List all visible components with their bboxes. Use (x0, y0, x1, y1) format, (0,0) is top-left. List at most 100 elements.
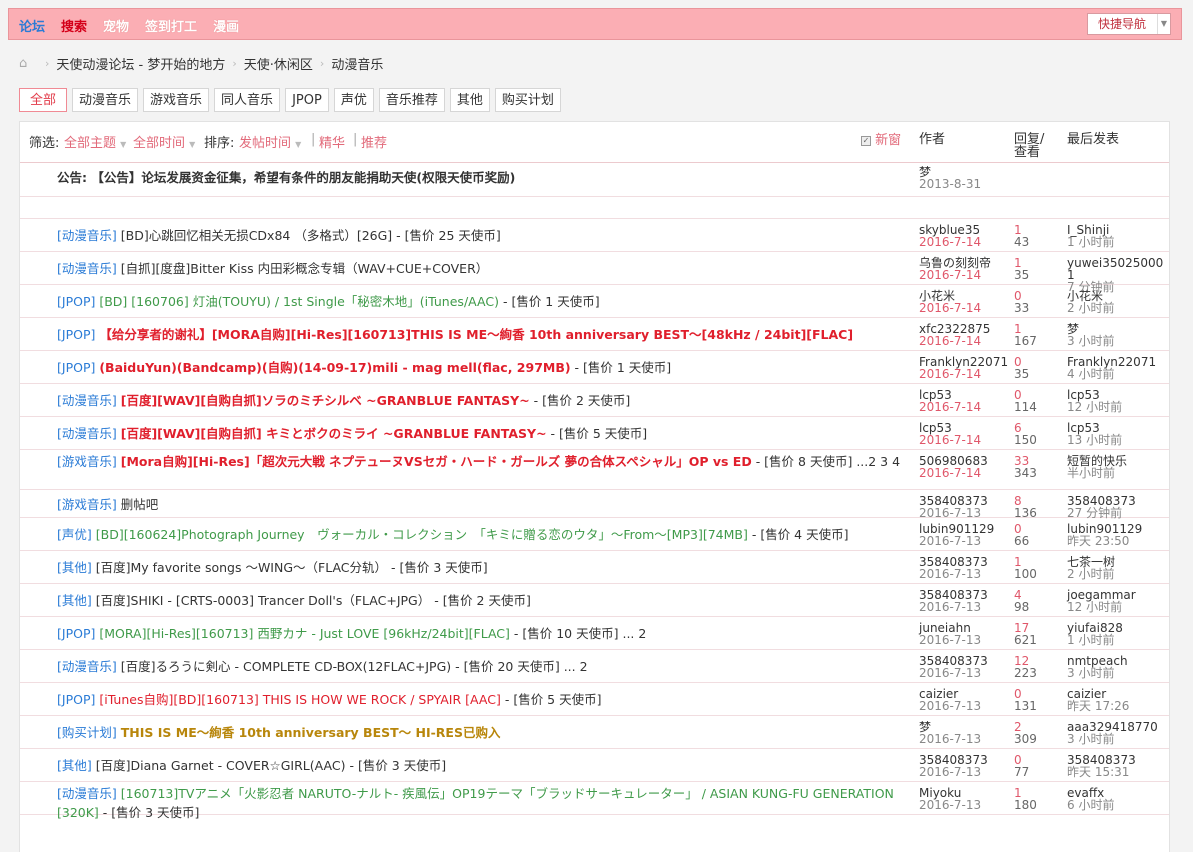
tab-jpop[interactable]: JPOP (285, 88, 329, 112)
tab-purchase-plan[interactable]: 购买计划 (494, 88, 561, 112)
thread-title[interactable]: [BD] [160706] 灯油(TOUYU) / 1st Single「秘密木… (99, 294, 499, 309)
thread-title[interactable]: [MORA][Hi-Res][160713] 西野カナ - Just LOVE … (99, 626, 510, 641)
thread-category[interactable]: [其他] (57, 593, 92, 608)
thread-category[interactable]: [其他] (57, 560, 92, 575)
thread-category[interactable]: [JPOP] (57, 692, 95, 707)
thread-title[interactable]: [百度][WAV][自购自抓]ソラのミチシルベ ~GRANBLUE FANTAS… (121, 393, 530, 408)
thread-title[interactable]: [百度]SHIKI - [CRTS-0003] Trancer Doll's（F… (96, 593, 431, 608)
thread-row[interactable]: [游戏音乐] 删帖吧 358408373 2016-7-13 8 136 35840837… (20, 490, 1169, 519)
last-post-time[interactable]: 12 小时前 (1067, 401, 1167, 413)
thread-row[interactable]: [JPOP] [MORA][Hi-Res][160713] 西野カナ - Jus… (20, 617, 1169, 650)
announcement-row[interactable]: 公告: 【公告】论坛发展资金征集，希望有条件的朋友能捐助天使(权限天使币奖励) … (20, 162, 1169, 197)
thread-title[interactable]: [百度]るろうに剣心 - COMPLETE CD-BOX(12FLAC+JPG) (121, 659, 451, 674)
thread-row[interactable]: [其他] [百度]My favorite songs ～WING～（FLAC分轨… (20, 551, 1169, 584)
breadcrumb-section[interactable]: 天使·休闲区 (244, 54, 313, 73)
thread-row[interactable]: [购买计划] THIS IS ME～絢香 10th anniversary BE… (20, 716, 1169, 749)
thread-title[interactable]: [BD][160624]Photograph Journey ヴォーカル・コレク… (96, 527, 748, 542)
breadcrumb-board[interactable]: 动漫音乐 (331, 54, 383, 73)
thread-row[interactable]: [动漫音乐] [百度][WAV][自购自抓] キミとボクのミライ ~GRANBL… (20, 417, 1169, 450)
last-post-time[interactable]: 6 小时前 (1067, 799, 1167, 811)
thread-title[interactable]: (BaiduYun)(Bandcamp)(自购)(14-09-17)mili -… (99, 360, 570, 375)
thread-category[interactable]: [游戏音乐] (57, 454, 117, 469)
thread-title[interactable]: 删帖吧 (121, 497, 159, 512)
thread-pages[interactable]: ... 2 (564, 659, 588, 674)
thread-pages[interactable]: ... 2 (622, 626, 646, 641)
filter-recommend-link[interactable]: 推荐 (361, 132, 387, 151)
thread-category[interactable]: [JPOP] (57, 626, 95, 641)
thread-title[interactable]: [百度]Diana Garnet - COVER☆GIRL(AAC) (96, 758, 346, 773)
thread-category[interactable]: [JPOP] (57, 360, 95, 375)
thread-pages[interactable]: ...2 3 4 (856, 454, 900, 469)
thread-row[interactable]: [游戏音乐] [Mora自购][Hi-Res]「超次元大戦 ネプテューヌVSセガ… (20, 450, 1169, 490)
filter-digest-link[interactable]: 精华 (319, 132, 345, 151)
last-post-time[interactable]: 3 小时前 (1067, 667, 1167, 679)
last-post-time[interactable]: 12 小时前 (1067, 601, 1167, 613)
thread-category[interactable]: [动漫音乐] (57, 228, 117, 243)
thread-row[interactable]: [JPOP] 【给分享者的谢礼】[MORA自购][Hi-Res][160713]… (20, 318, 1169, 351)
thread-row[interactable]: [动漫音乐] [BD]心跳回忆相关无损CDx84 （多格式）[26G] - [售… (20, 219, 1169, 252)
tab-other[interactable]: 其他 (449, 88, 490, 112)
thread-category[interactable]: [动漫音乐] (57, 786, 117, 801)
thread-row[interactable]: [动漫音乐] [160713]TVアニメ「火影忍者 NARUTO-ナルト- 疾風… (20, 782, 1169, 820)
thread-title[interactable]: [百度]My favorite songs ～WING～（FLAC分轨） (96, 560, 387, 575)
new-window-toggle[interactable]: ✓ 新窗 (861, 129, 901, 148)
thread-title[interactable]: 【给分享者的谢礼】[MORA自购][Hi-Res][160713]THIS IS… (99, 327, 853, 342)
thread-category[interactable]: [JPOP] (57, 294, 95, 309)
thread-row[interactable]: [其他] [百度]Diana Garnet - COVER☆GIRL(AAC) … (20, 749, 1169, 782)
tab-recommend[interactable]: 音乐推荐 (378, 88, 445, 112)
thread-title[interactable]: [iTunes自购][BD][160713] THIS IS HOW WE RO… (99, 692, 501, 707)
thread-title[interactable]: [Mora自购][Hi-Res]「超次元大戦 ネプテューヌVSセガ・ハード・ガー… (121, 454, 752, 469)
thread-row[interactable]: [JPOP] (BaiduYun)(Bandcamp)(自购)(14-09-17… (20, 351, 1169, 384)
thread-row[interactable]: [动漫音乐] [自抓][度盘]Bitter Kiss 内田彩概念专辑（WAV+C… (20, 252, 1169, 293)
nav-checkin[interactable]: 签到打工 (145, 16, 197, 35)
thread-title[interactable]: [百度][WAV][自购自抓] キミとボクのミライ ~GRANBLUE FANT… (121, 426, 547, 441)
last-post-time[interactable]: 1 小时前 (1067, 236, 1167, 248)
thread-category[interactable]: [动漫音乐] (57, 659, 117, 674)
last-post-time[interactable]: 3 小时前 (1067, 733, 1167, 745)
last-post-time[interactable]: 昨天 15:31 (1067, 766, 1167, 778)
thread-category[interactable]: [动漫音乐] (57, 426, 117, 441)
last-post-time[interactable]: 半小时前 (1067, 467, 1167, 479)
last-post-user[interactable]: yuwei350250001 (1067, 257, 1167, 281)
thread-row[interactable]: [其他] [百度]SHIKI - [CRTS-0003] Trancer Dol… (20, 584, 1169, 617)
tab-anime-music[interactable]: 动漫音乐 (72, 88, 139, 112)
last-post-time[interactable]: 13 小时前 (1067, 434, 1167, 446)
thread-title[interactable]: THIS IS ME～絢香 10th anniversary BEST～ HI-… (121, 725, 501, 740)
filter-time-dropdown[interactable]: 全部时间 ▼ (133, 132, 195, 151)
breadcrumb-forum[interactable]: 天使动漫论坛 - 梦开始的地方 (56, 54, 225, 73)
thread-row[interactable]: [JPOP] [BD] [160706] 灯油(TOUYU) / 1st Sin… (20, 285, 1169, 318)
last-post-time[interactable]: 2 小时前 (1067, 568, 1167, 580)
thread-row[interactable]: [动漫音乐] [百度]るろうに剣心 - COMPLETE CD-BOX(12FL… (20, 650, 1169, 683)
announcement-title[interactable]: 公告: 【公告】论坛发展资金征集，希望有条件的朋友能捐助天使(权限天使币奖励) (57, 168, 907, 187)
thread-row[interactable]: [动漫音乐] [百度][WAV][自购自抓]ソラのミチシルベ ~GRANBLUE… (20, 384, 1169, 417)
quick-nav-button[interactable]: 快捷导航 ▼ (1087, 13, 1171, 35)
last-post-time[interactable]: 昨天 17:26 (1067, 700, 1167, 712)
thread-title[interactable]: [自抓][度盘]Bitter Kiss 内田彩概念专辑（WAV+CUE+COVE… (121, 261, 489, 276)
nav-forum[interactable]: 论坛 (19, 16, 45, 35)
last-post-time[interactable]: 昨天 23:50 (1067, 535, 1167, 547)
thread-row[interactable]: [声优] [BD][160624]Photograph Journey ヴォーカ… (20, 518, 1169, 551)
thread-category[interactable]: [其他] (57, 758, 92, 773)
thread-category[interactable]: [购买计划] (57, 725, 117, 740)
thread-category[interactable]: [动漫音乐] (57, 393, 117, 408)
home-icon[interactable]: ⌂ (19, 57, 32, 70)
thread-category[interactable]: [游戏音乐] (57, 497, 117, 512)
nav-manga[interactable]: 漫画 (213, 16, 239, 35)
tab-seiyuu[interactable]: 声优 (333, 88, 374, 112)
tab-all[interactable]: 全部 (19, 88, 68, 112)
last-post-time[interactable]: 2 小时前 (1067, 302, 1167, 314)
tab-doujin-music[interactable]: 同人音乐 (214, 88, 281, 112)
last-post-time[interactable]: 4 小时前 (1067, 368, 1167, 380)
thread-title[interactable]: [BD]心跳回忆相关无损CDx84 （多格式）[26G] (121, 228, 392, 243)
sort-dropdown[interactable]: 发帖时间 ▼ (239, 132, 301, 151)
nav-pets[interactable]: 宠物 (103, 16, 129, 35)
last-post-time[interactable]: 3 小时前 (1067, 335, 1167, 347)
thread-category[interactable]: [声优] (57, 527, 92, 542)
tab-game-music[interactable]: 游戏音乐 (143, 88, 210, 112)
nav-search[interactable]: 搜索 (61, 16, 87, 35)
thread-row[interactable]: [JPOP] [iTunes自购][BD][160713] THIS IS HO… (20, 683, 1169, 716)
thread-category[interactable]: [动漫音乐] (57, 261, 117, 276)
filter-topics-dropdown[interactable]: 全部主题 ▼ (64, 132, 126, 151)
last-post-time[interactable]: 1 小时前 (1067, 634, 1167, 646)
thread-category[interactable]: [JPOP] (57, 327, 95, 342)
